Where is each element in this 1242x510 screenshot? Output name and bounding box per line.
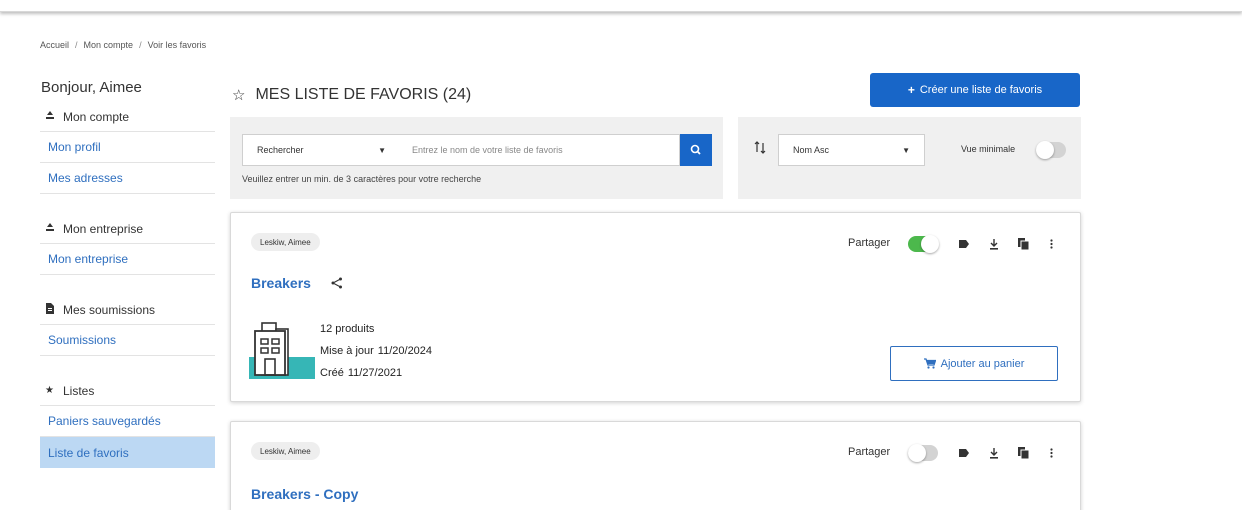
sidebar-item-profile[interactable]: Mon profil (40, 132, 215, 163)
list-title-link[interactable]: Breakers - Copy (251, 486, 358, 502)
search-hint: Veuillez entrer un min. de 3 caractères … (242, 174, 482, 184)
page-title: ☆ MES LISTE DE FAVORIS (24) (232, 86, 471, 104)
breadcrumb-separator: / (139, 40, 142, 50)
breadcrumb-account[interactable]: Mon compte (84, 40, 134, 50)
favorites-list-card: Leskiw, Aimee Partager Breakers 12 produ… (230, 212, 1081, 402)
owner-badge: Leskiw, Aimee (251, 233, 320, 251)
download-icon[interactable] (987, 235, 1001, 253)
share-label: Partager (848, 446, 891, 458)
sort-panel: Nom Asc ▼ Vue minimale (738, 117, 1081, 199)
star-icon: ★ (45, 385, 54, 396)
document-icon (45, 302, 59, 317)
breadcrumb: Accueil / Mon compte / Voir les favoris (40, 40, 206, 50)
star-outline-icon: ☆ (232, 87, 246, 104)
search-scope-select[interactable]: Rechercher ▼ (242, 134, 399, 166)
list-title-link[interactable]: Breakers (251, 275, 311, 291)
created-value: 11/27/2021 (347, 367, 403, 379)
created-date: Créé 11/27/2021 (320, 367, 402, 379)
share-icon[interactable] (331, 277, 343, 289)
breadcrumb-separator: / (75, 40, 78, 50)
owner-badge: Leskiw, Aimee (251, 442, 320, 460)
sidebar-item-saved-carts[interactable]: Paniers sauvegardés (40, 406, 215, 437)
create-list-label: Créer une liste de favoris (919, 84, 1043, 96)
more-options-icon[interactable] (1044, 444, 1058, 462)
copy-icon[interactable] (1016, 235, 1030, 253)
toggle-knob (908, 444, 926, 462)
download-icon[interactable] (987, 444, 1001, 462)
add-to-cart-label: Ajouter au panier (940, 357, 1025, 370)
minimal-view-toggle[interactable] (1036, 141, 1066, 159)
user-icon (45, 222, 59, 235)
favorites-list-card: Leskiw, Aimee Partager Breakers - Copy (230, 421, 1081, 510)
sort-select[interactable]: Nom Asc ▼ (778, 134, 925, 166)
updated-value: 11/20/2024 (377, 345, 433, 357)
search-panel: Rechercher ▼ Veuillez entrer un min. de … (230, 117, 723, 199)
sidebar-item-quotes[interactable]: Soumissions (40, 325, 215, 356)
search-input[interactable] (398, 134, 680, 166)
add-to-cart-button[interactable]: Ajouter au panier (890, 346, 1058, 381)
minimal-view-label: Vue minimale (961, 144, 1016, 154)
caret-down-icon: ▼ (378, 146, 386, 155)
sidebar-section-title: Mon compte (63, 109, 130, 124)
user-icon (45, 110, 59, 123)
sidebar-section-title: Listes (63, 383, 95, 398)
create-list-button[interactable]: + Créer une liste de favoris (870, 73, 1080, 107)
tag-icon[interactable] (957, 235, 971, 253)
sidebar-item-addresses[interactable]: Mes adresses (40, 163, 215, 194)
plus-icon: + (907, 83, 915, 97)
share-label: Partager (848, 237, 891, 249)
more-options-icon[interactable] (1044, 235, 1058, 253)
sidebar-item-favorites[interactable]: Liste de favoris (40, 437, 215, 468)
top-header-bar (0, 0, 1242, 12)
building-list-thumbnail-icon (249, 322, 315, 379)
product-count: 12 produits (320, 323, 375, 335)
sidebar-section-company: Mon entreprise (40, 214, 215, 244)
search-scope-value: Rechercher (257, 145, 304, 155)
sidebar-section-lists: ★ Listes (40, 376, 215, 406)
tag-icon[interactable] (957, 444, 971, 462)
sidebar: Bonjour, Aimee Mon compte Mon profil Mes… (40, 78, 215, 468)
copy-icon[interactable] (1016, 444, 1030, 462)
cart-icon (923, 358, 936, 369)
greeting: Bonjour, Aimee (41, 79, 142, 96)
search-button[interactable] (680, 134, 712, 166)
caret-down-icon: ▼ (902, 146, 910, 155)
search-icon (690, 144, 701, 155)
sidebar-section-quotes: Mes soumissions (40, 295, 215, 325)
share-toggle[interactable] (908, 235, 939, 253)
toggle-knob (921, 235, 939, 253)
created-label: Créé (320, 367, 344, 379)
sort-icon (754, 141, 766, 158)
toggle-knob (1036, 141, 1054, 159)
sidebar-item-company[interactable]: Mon entreprise (40, 244, 215, 275)
sidebar-section-title: Mon entreprise (63, 221, 144, 236)
sidebar-section-account: Mon compte (40, 102, 215, 132)
breadcrumb-home[interactable]: Accueil (40, 40, 69, 50)
breadcrumb-current: Voir les favoris (147, 40, 207, 50)
updated-label: Mise à jour (320, 345, 374, 357)
page-title-text: MES LISTE DE FAVORIS (24) (255, 86, 472, 103)
sort-value: Nom Asc (793, 145, 830, 155)
share-toggle[interactable] (908, 444, 938, 462)
sidebar-section-title: Mes soumissions (63, 302, 156, 317)
updated-date: Mise à jour 11/20/2024 (320, 345, 432, 357)
